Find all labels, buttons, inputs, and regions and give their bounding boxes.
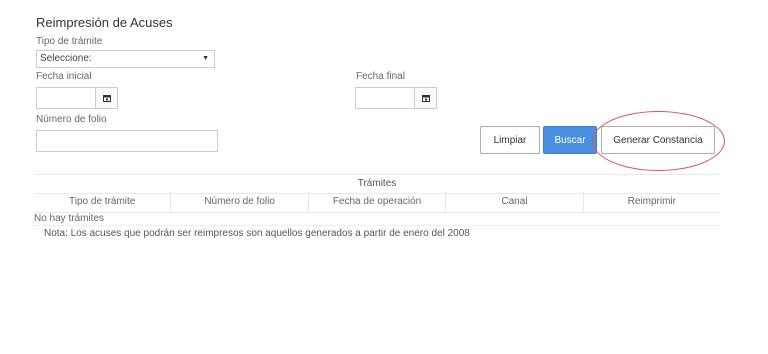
divider	[34, 225, 720, 226]
table-caption: Trámites	[34, 174, 720, 194]
highlight-ellipse	[592, 111, 725, 171]
column-header-tipo: Tipo de trámite	[34, 192, 172, 212]
fecha-final-label: Fecha final	[356, 71, 405, 82]
fecha-final-calendar-button[interactable]	[415, 87, 437, 109]
buscar-button[interactable]: Buscar	[543, 126, 597, 154]
table-empty-message: No hay trámites	[34, 213, 105, 224]
note-text: Nota: Los acuses que podrán ser reimpres…	[44, 228, 470, 239]
column-header-folio: Número de folio	[171, 192, 309, 212]
limpiar-button[interactable]: Limpiar	[480, 126, 540, 154]
calendar-icon	[102, 95, 111, 102]
folio-input[interactable]	[36, 130, 218, 152]
fecha-inicial-calendar-button[interactable]	[96, 87, 118, 109]
folio-label: Número de folio	[36, 114, 107, 125]
tramite-select-value: Seleccione:	[40, 53, 92, 64]
fecha-final-input[interactable]	[355, 87, 415, 109]
tramite-select[interactable]: Seleccione: ▼	[36, 50, 215, 68]
column-header-canal: Canal	[446, 192, 584, 212]
tramite-label: Tipo de trámite	[36, 36, 103, 47]
fecha-inicial-input[interactable]	[36, 87, 96, 109]
page-title: Reimpresión de Acuses	[36, 15, 173, 30]
calendar-icon	[421, 95, 430, 102]
table-header-row: Tipo de trámite Número de folio Fecha de…	[34, 192, 720, 213]
fecha-inicial-label: Fecha inicial	[36, 71, 92, 82]
column-header-fecha: Fecha de operación	[309, 192, 447, 212]
column-header-reimprimir: Reimprimir	[627, 196, 676, 207]
chevron-down-icon: ▼	[202, 55, 209, 62]
